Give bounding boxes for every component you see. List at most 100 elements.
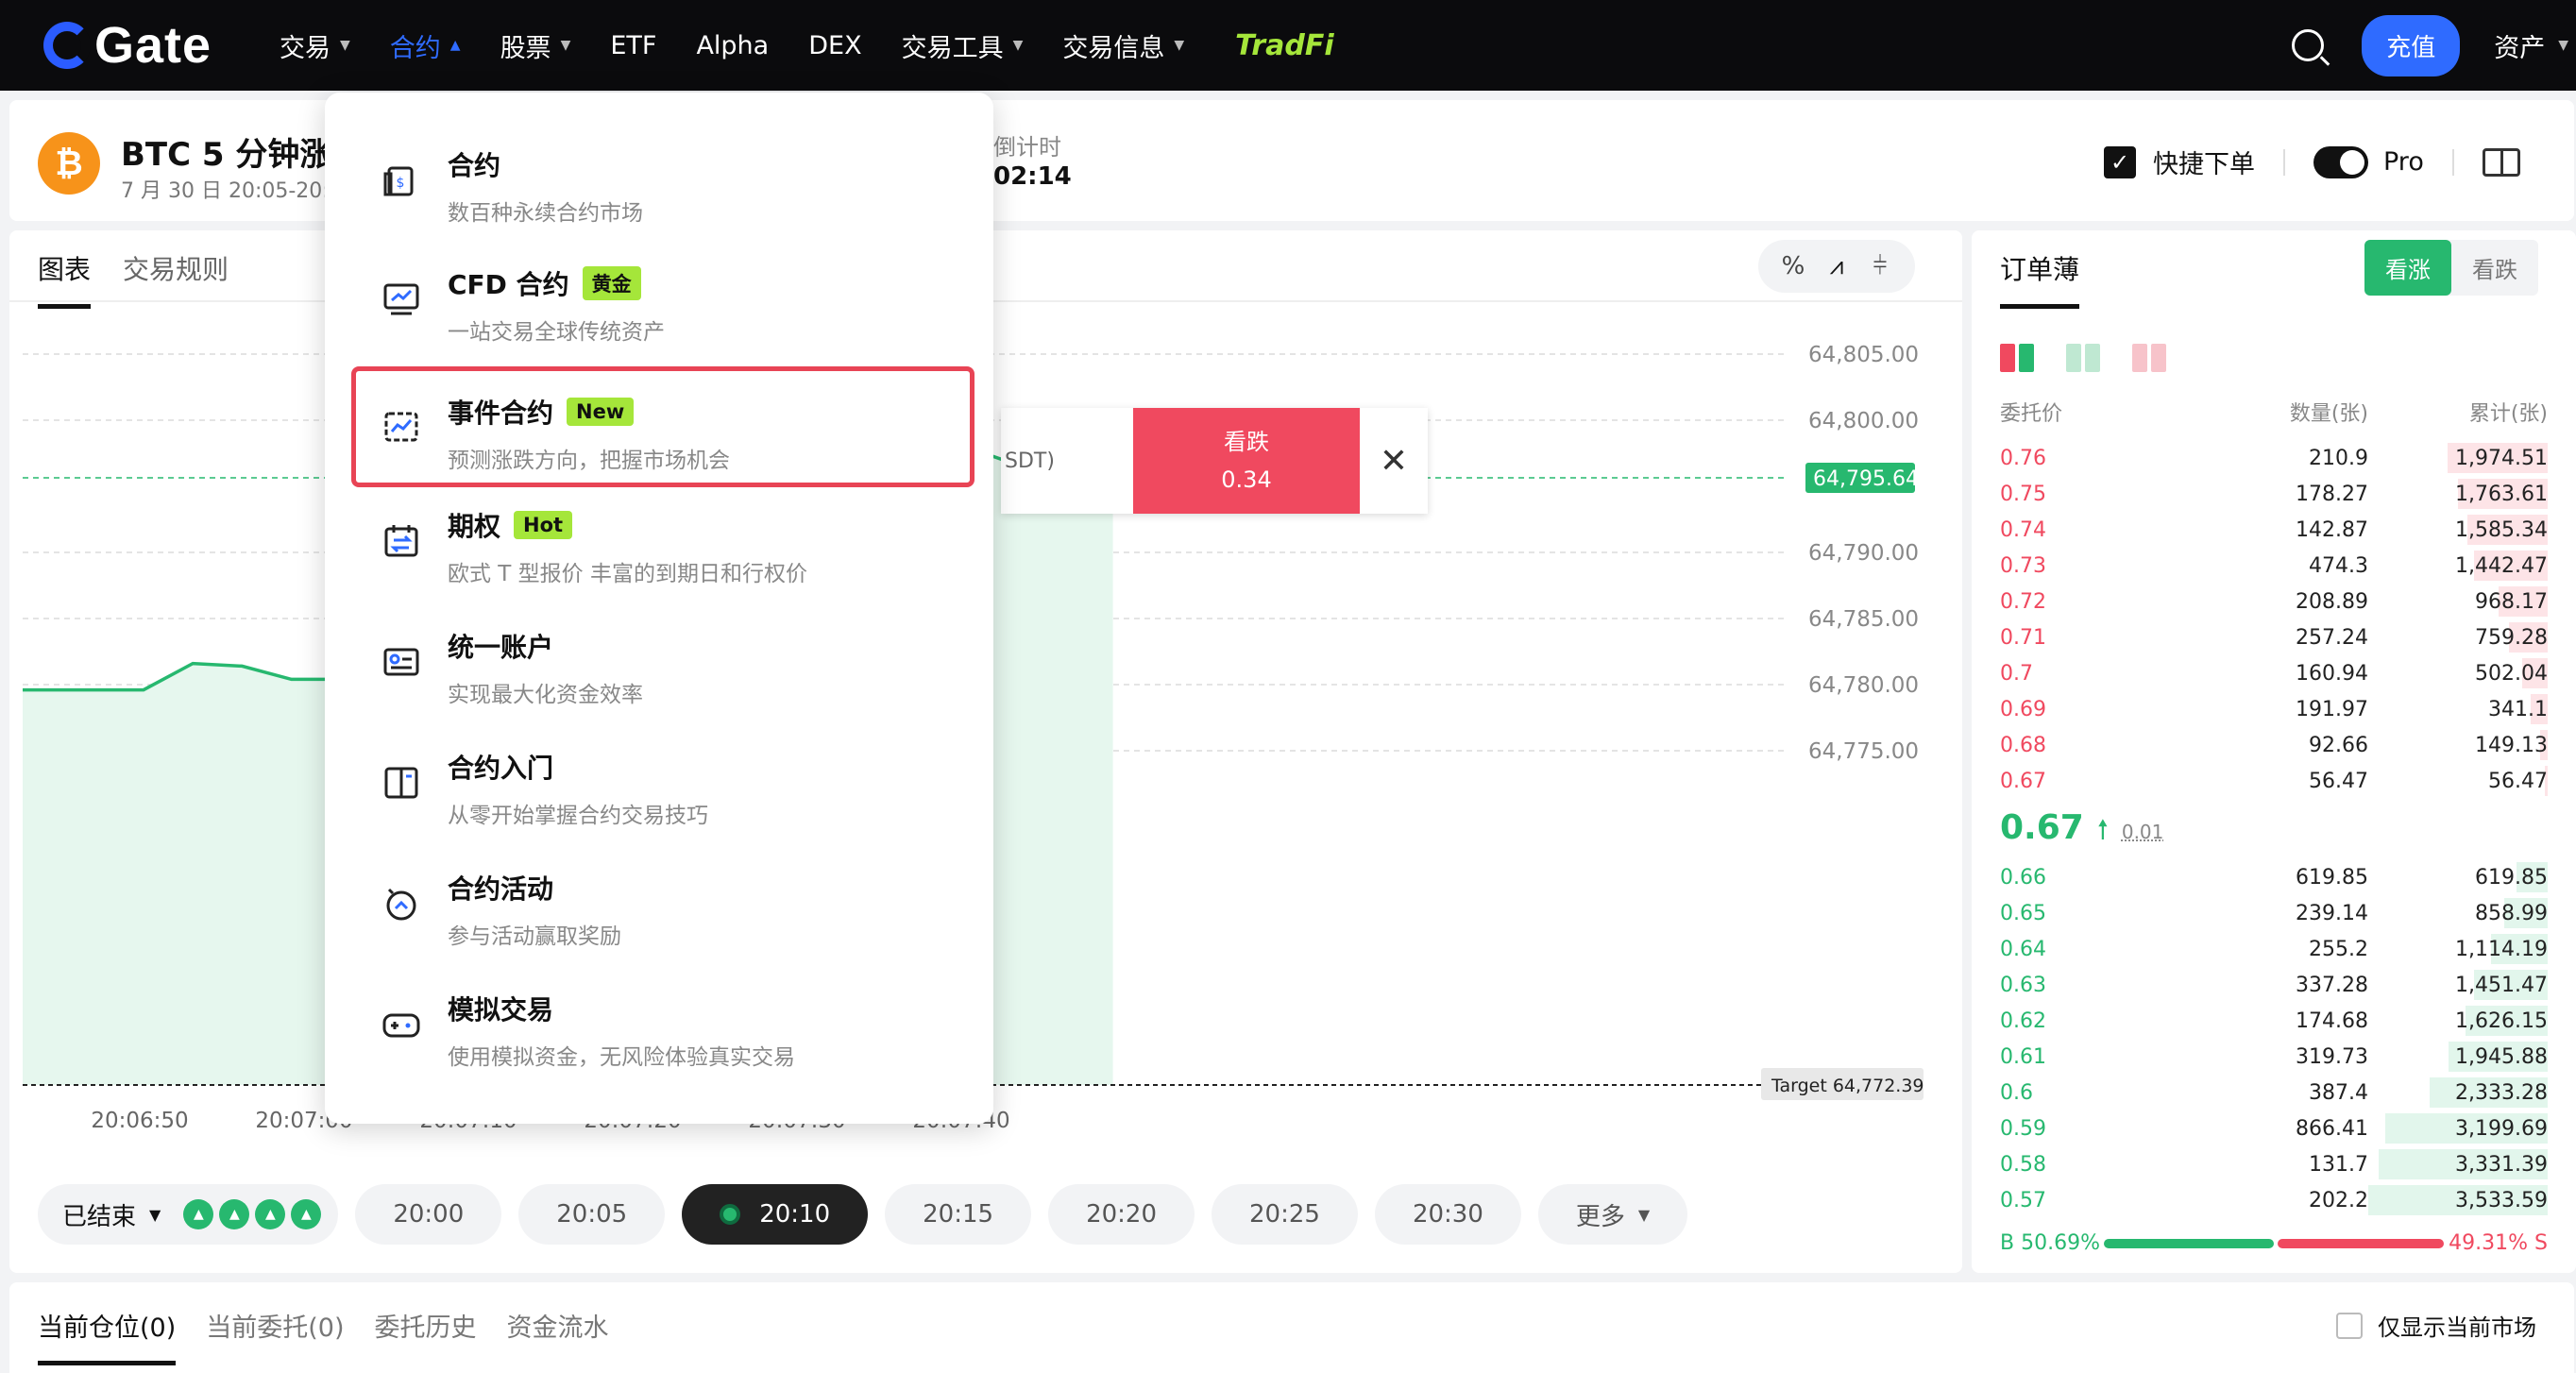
candlestick-icon[interactable]: ⫩	[1858, 247, 1902, 285]
pro-toggle[interactable]	[2313, 145, 2368, 178]
round-2025[interactable]: 20:25	[1212, 1184, 1358, 1245]
bid-row[interactable]: 0.66 619.85 619.85	[2000, 859, 2548, 895]
order-price: 0.66	[2000, 865, 2046, 890]
ask-row[interactable]: 0.74 142.87 1,585.34	[2000, 512, 2548, 548]
round-2010[interactable]: 20:10	[682, 1184, 869, 1245]
order-total: 56.47	[2488, 769, 2548, 793]
quick-order-checkbox[interactable]: ✓	[2104, 145, 2136, 178]
y-tick-label: 64,775.00	[1808, 739, 1919, 764]
nav-trade[interactable]: 交易 ▼	[280, 27, 350, 64]
nav-alpha[interactable]: Alpha	[696, 31, 769, 60]
buy-sell-ratio: B 50.69% 49.31% S	[2000, 1231, 2548, 1255]
ask-row[interactable]: 0.75 178.27 1,763.61	[2000, 476, 2548, 512]
ask-row[interactable]: 0.69 191.97 341.1	[2000, 691, 2548, 727]
tab-order-history[interactable]: 委托历史	[375, 1307, 477, 1365]
orderbook-view-modes	[2000, 344, 2198, 372]
round-2030[interactable]: 20:30	[1374, 1184, 1521, 1245]
ask-row[interactable]: 0.67 56.47 56.47	[2000, 763, 2548, 799]
menu-item-event-futures[interactable]: 事件合约 New 预测涨跌方向，把握市场机会	[351, 366, 974, 487]
y-tick-label: 64,805.00	[1808, 343, 1919, 367]
bid-row[interactable]: 0.59 866.41 3,199.69	[2000, 1110, 2548, 1146]
only-current-checkbox[interactable]	[2336, 1312, 2363, 1339]
nav-etf[interactable]: ETF	[610, 31, 656, 60]
order-qty: 257.24	[2296, 625, 2368, 650]
round-label: 20:10	[759, 1200, 831, 1229]
order-price: 0.62	[2000, 1009, 2046, 1033]
close-icon[interactable]: ✕	[1360, 408, 1428, 514]
round-2005[interactable]: 20:05	[518, 1184, 666, 1245]
menu-item-demo-trading[interactable]: 模拟交易 使用模拟资金，无风险体验真实交易	[351, 963, 974, 1084]
gamepad-icon	[382, 1013, 420, 1038]
bid-row[interactable]: 0.63 337.28 1,451.47	[2000, 967, 2548, 1003]
bids-only-icon[interactable]	[2066, 344, 2100, 372]
nav-futures[interactable]: 合约 ▲	[390, 27, 461, 64]
both-sides-icon[interactable]	[2000, 344, 2034, 372]
more-rounds-dropdown[interactable]: 更多 ▼	[1537, 1184, 1688, 1245]
ask-row[interactable]: 0.73 474.3 1,442.47	[2000, 548, 2548, 584]
price-step-selector[interactable]: 0.01	[2122, 821, 2164, 843]
guide-book-icon[interactable]	[2482, 147, 2520, 177]
nav-stocks[interactable]: 股票 ▼	[500, 27, 571, 64]
nav-trading-tools[interactable]: 交易工具 ▼	[902, 27, 1024, 64]
order-price: 0.67	[2000, 769, 2046, 793]
tradfi-link[interactable]: TradFi	[1235, 29, 1333, 62]
menu-item-futures-events[interactable]: 合约活动 参与活动赢取奖励	[351, 842, 974, 963]
down-side-tab[interactable]: 看跌	[2451, 240, 2538, 296]
menu-item-title: 期权	[448, 511, 501, 542]
gate-logo[interactable]: Gate	[43, 17, 212, 74]
bid-row[interactable]: 0.58 131.7 3,331.39	[2000, 1146, 2548, 1182]
main-nav: 交易 ▼ 合约 ▲ 股票 ▼ ETF Alpha DEX 交易工具 ▼ 交易信息 ▼ Tr…	[280, 0, 1334, 91]
sell-down-button[interactable]: 看跌 0.34	[1133, 408, 1360, 514]
deposit-button[interactable]: 充值	[2362, 14, 2461, 76]
nav-dex[interactable]: DEX	[808, 31, 861, 60]
asks-only-icon[interactable]	[2132, 344, 2166, 372]
futures-dropdown-menu: $ 合约 数百种永续合约市场 CFD 合约 黄金 一站交易全球传统资产 事件合约 N…	[325, 93, 993, 1124]
round-2020[interactable]: 20:20	[1048, 1184, 1195, 1245]
bid-row[interactable]: 0.65 239.14 858.99	[2000, 895, 2548, 931]
menu-item-title: 合约活动	[448, 873, 554, 905]
ask-row[interactable]: 0.72 208.89 968.17	[2000, 584, 2548, 619]
round-2000[interactable]: 20:00	[355, 1184, 502, 1245]
menu-item-futures[interactable]: $ 合约 数百种永续合约市场	[351, 119, 974, 240]
bid-row[interactable]: 0.62 174.68 1,626.15	[2000, 1003, 2548, 1039]
ended-rounds-dropdown[interactable]: 已结束 ▼ ▲ ▲ ▲ ▲	[38, 1184, 339, 1245]
y-tick-label: 64,800.00	[1808, 409, 1919, 433]
bid-row[interactable]: 0.6 387.4 2,333.28	[2000, 1075, 2548, 1110]
bid-row[interactable]: 0.64 255.2 1,114.19	[2000, 931, 2548, 967]
account-icon	[383, 648, 419, 676]
tab-positions[interactable]: 当前仓位(0)	[38, 1307, 177, 1365]
chevron-down-icon[interactable]: ▼	[2558, 38, 2568, 53]
order-total: 3,199.69	[2455, 1116, 2548, 1141]
menu-item-options[interactable]: 期权 Hot 欧式 T 型报价 丰富的到期日和行权价	[351, 480, 974, 601]
nav-trading-info[interactable]: 交易信息 ▼	[1062, 27, 1184, 64]
order-price: 0.69	[2000, 697, 2046, 721]
bid-row[interactable]: 0.57 202.2 3,533.59	[2000, 1182, 2548, 1218]
sell-down-value: 0.34	[1221, 466, 1272, 493]
order-price: 0.59	[2000, 1116, 2046, 1141]
ratio-sell-fill	[2278, 1238, 2444, 1248]
tab-open-orders[interactable]: 当前委托(0)	[206, 1307, 344, 1365]
up-side-tab[interactable]: 看涨	[2364, 240, 2451, 296]
menu-item-futures-guide[interactable]: 合约入门 从零开始掌握合约交易技巧	[351, 721, 974, 842]
menu-item-cfd[interactable]: CFD 合约 黄金 一站交易全球传统资产	[351, 238, 974, 359]
menu-item-unified-account[interactable]: 统一账户 实现最大化资金效率	[351, 601, 974, 721]
target-label: Target 64,772.39	[1771, 1076, 1924, 1096]
search-icon[interactable]	[2292, 29, 2325, 61]
round-2015[interactable]: 20:15	[885, 1184, 1032, 1245]
order-price: 0.72	[2000, 589, 2046, 614]
tab-fund-flow[interactable]: 资金流水	[507, 1307, 609, 1365]
ask-row[interactable]: 0.71 257.24 759.28	[2000, 619, 2548, 655]
order-total: 1,626.15	[2455, 1009, 2548, 1033]
divider	[2283, 148, 2285, 176]
percent-icon[interactable]: %	[1771, 247, 1815, 285]
bid-row[interactable]: 0.61 319.73 1,945.88	[2000, 1039, 2548, 1075]
ask-row[interactable]: 0.76 210.9 1,974.51	[2000, 440, 2548, 476]
line-chart-icon[interactable]: ⩘	[1815, 247, 1858, 285]
ask-row[interactable]: 0.68 92.66 149.13	[2000, 727, 2548, 763]
ask-row[interactable]: 0.7 160.94 502.04	[2000, 655, 2548, 691]
order-qty: 337.28	[2296, 973, 2368, 997]
order-qty: 387.4	[2309, 1080, 2368, 1105]
assets-menu[interactable]: 资产	[2494, 27, 2545, 64]
only-current-market-filter[interactable]: 仅显示当前市场	[2336, 1309, 2536, 1342]
current-price-label: 64,795.64	[1813, 467, 1919, 491]
